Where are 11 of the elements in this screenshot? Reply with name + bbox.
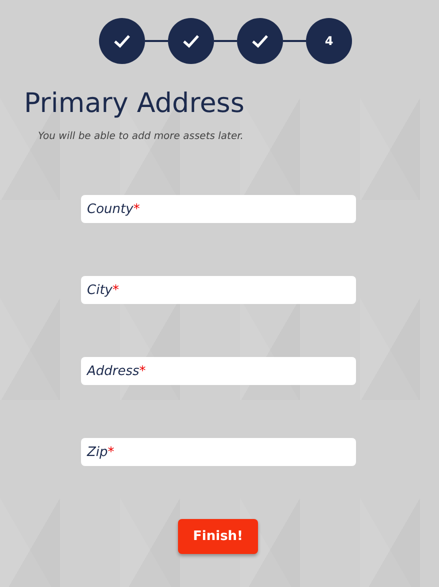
check-icon [113,34,131,48]
finish-button[interactable]: Finish! [178,519,258,554]
check-icon [182,34,200,48]
page-title: Primary Address [24,88,246,119]
input-field[interactable]: Zip* [81,438,356,466]
input-field[interactable]: City* [81,276,356,304]
subtitle: You will be able to add more assets later. [38,131,244,142]
check-icon [251,34,269,48]
input-field[interactable]: County* [81,195,356,223]
input-field[interactable]: Address* [81,357,356,385]
step-indicator: 4 [306,18,352,64]
